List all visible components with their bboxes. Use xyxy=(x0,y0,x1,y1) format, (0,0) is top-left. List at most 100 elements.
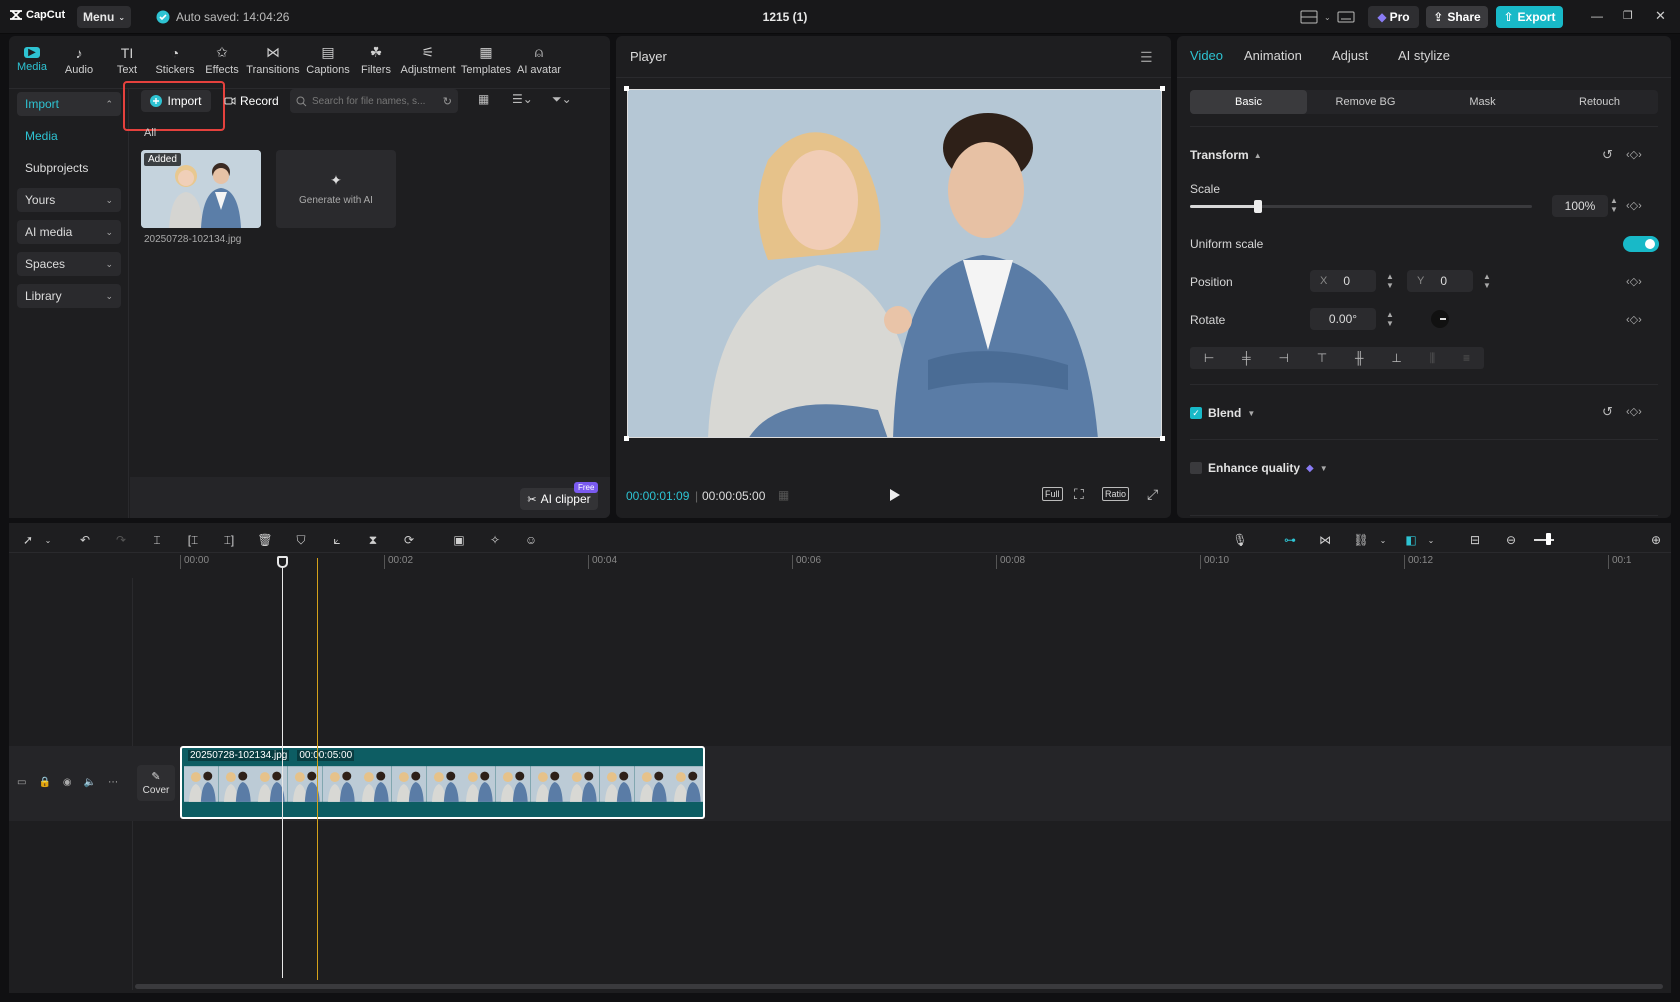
align-bottom-icon[interactable]: ⊥ xyxy=(1391,351,1401,365)
import-button[interactable]: Import xyxy=(141,90,211,112)
grid-view-icon[interactable]: ▦ xyxy=(478,92,489,106)
scale-input[interactable]: 100% xyxy=(1552,195,1608,217)
ratio-button[interactable]: Ratio xyxy=(1102,487,1130,501)
media-thumbnail[interactable]: Added xyxy=(141,150,261,228)
playhead[interactable] xyxy=(282,558,283,978)
align-left-icon[interactable]: ⊢ xyxy=(1204,351,1214,365)
zoom-out-icon[interactable]: ⊖ xyxy=(1500,529,1522,551)
microphone-icon[interactable]: 🎙 xyxy=(1229,529,1251,551)
align-right-icon[interactable]: ⊣ xyxy=(1279,351,1289,365)
close-icon[interactable]: ✕ xyxy=(1655,8,1669,23)
tab-ai-stylize[interactable]: AI stylize xyxy=(1398,48,1468,63)
minimize-icon[interactable]: — xyxy=(1590,9,1604,23)
record-button[interactable]: Record xyxy=(224,90,284,112)
sidebar-item-yours[interactable]: Yours ⌄ xyxy=(17,188,121,212)
tool-audio[interactable]: ♪ Audio xyxy=(54,38,104,82)
sort-icon[interactable]: ☰⌄ xyxy=(512,92,533,106)
subtab-mask[interactable]: Mask xyxy=(1424,90,1541,114)
redo-icon[interactable]: ↷ xyxy=(110,529,132,551)
video-clip[interactable]: 20250728-102134.jpg 00:00:05:00 xyxy=(180,746,705,819)
stepper-icon[interactable]: ▲ ▼ xyxy=(1386,272,1394,290)
tool-stickers[interactable]: ◔ Stickers xyxy=(150,38,200,82)
distribute-h-icon[interactable]: ⫼ xyxy=(1430,351,1436,366)
select-tool-icon[interactable]: ➚ xyxy=(17,529,39,551)
fullscreen-icon[interactable]: ⤢ xyxy=(1147,486,1158,503)
full-button[interactable]: Full xyxy=(1042,487,1063,501)
enhance-quality-header[interactable]: Enhance quality ◆ ▼ xyxy=(1190,461,1328,475)
blend-header[interactable]: ✓ Blend ▼ xyxy=(1190,406,1255,420)
hd-icon[interactable]: ▣ xyxy=(448,529,470,551)
align-top-icon[interactable]: ⊤ xyxy=(1317,351,1327,365)
distribute-v-icon[interactable]: ≡ xyxy=(1463,351,1470,365)
stepper-icon[interactable]: ▲ ▼ xyxy=(1483,272,1491,290)
play-button[interactable] xyxy=(889,488,901,502)
undo-icon[interactable]: ↶ xyxy=(74,529,96,551)
tool-transitions[interactable]: ⋈ Transitions xyxy=(244,38,302,82)
enhance-quality-checkbox[interactable] xyxy=(1190,462,1202,474)
subtab-remove-bg[interactable]: Remove BG xyxy=(1307,90,1424,114)
timeline-scrollbar[interactable] xyxy=(135,984,1663,989)
sidebar-item-spaces[interactable]: Spaces ⌄ xyxy=(17,252,121,276)
zoom-slider-knob[interactable] xyxy=(1546,533,1551,545)
filter-icon[interactable]: ⏷⌄ xyxy=(552,92,572,107)
zoom-in-icon[interactable]: ⊕ xyxy=(1645,529,1667,551)
position-y-input[interactable]: Y0 xyxy=(1407,270,1473,292)
keyframe-icon[interactable]: ‹◇› xyxy=(1626,313,1642,326)
rotate-dial[interactable] xyxy=(1431,310,1449,328)
sidebar-item-library[interactable]: Library ⌄ xyxy=(17,284,121,308)
restore-icon[interactable]: ❐ xyxy=(1623,9,1637,23)
align-center-h-icon[interactable]: ╪ xyxy=(1242,351,1251,365)
align-center-v-icon[interactable]: ╫ xyxy=(1355,351,1364,365)
menu-button[interactable]: Menu ⌄ xyxy=(77,6,131,28)
reset-icon[interactable]: ↺ xyxy=(1602,404,1613,420)
rotate-icon[interactable]: ⟳ xyxy=(398,529,420,551)
tab-adjust[interactable]: Adjust xyxy=(1332,48,1390,63)
timeline-ruler[interactable]: 00:00 00:02 00:04 00:06 00:08 00:10 00:12 00:1 xyxy=(180,555,1670,575)
eye-icon[interactable]: ◉ xyxy=(63,777,72,788)
refresh-icon[interactable]: ↻ xyxy=(443,95,452,108)
sidebar-item-subprojects[interactable]: Subprojects xyxy=(17,156,121,180)
layout-icon[interactable] xyxy=(1300,10,1318,24)
keyframe-icon[interactable]: ‹◇› xyxy=(1626,148,1642,161)
crop-icon[interactable]: ⟀ xyxy=(326,529,348,551)
tool-ai-avatar[interactable]: ⍝ AI avatar xyxy=(514,38,564,82)
magic-wand-icon[interactable]: ✧ xyxy=(484,529,506,551)
tab-video[interactable]: Video xyxy=(1190,48,1236,63)
zoom-fit-icon[interactable]: ⛶ xyxy=(1074,486,1084,503)
tool-effects[interactable]: ✩ Effects xyxy=(200,38,244,82)
split-icon[interactable]: ⌶ xyxy=(146,529,168,551)
tab-animation[interactable]: Animation xyxy=(1244,48,1324,63)
uniform-scale-toggle[interactable] xyxy=(1623,236,1659,252)
chevron-down-icon[interactable]: ⌄ xyxy=(1372,529,1394,551)
stepper-icon[interactable]: ▲ ▼ xyxy=(1386,310,1394,328)
zoom-slider[interactable] xyxy=(1534,539,1554,541)
tool-templates[interactable]: ▦ Templates xyxy=(458,38,514,82)
position-x-input[interactable]: X0 xyxy=(1310,270,1376,292)
keyframe-icon[interactable]: ‹◇› xyxy=(1626,275,1642,288)
playhead-handle[interactable] xyxy=(277,556,288,568)
delete-icon[interactable]: 🗑 xyxy=(254,529,276,551)
ai-person-icon[interactable]: ☺ xyxy=(520,529,542,551)
share-button[interactable]: ⇪ Share xyxy=(1426,6,1488,28)
sidebar-item-import[interactable]: Import ⌃ xyxy=(17,92,121,116)
keyframe-icon[interactable]: ‹◇› xyxy=(1626,405,1642,418)
stepper-icon[interactable]: ▲ ▼ xyxy=(1610,196,1618,214)
link-icon[interactable]: ⛓ xyxy=(1350,529,1372,551)
chevron-down-icon[interactable]: ⌄ xyxy=(37,529,59,551)
tool-adjustment[interactable]: ⚟ Adjustment xyxy=(398,38,458,82)
blend-checkbox[interactable]: ✓ xyxy=(1190,407,1202,419)
subtab-basic[interactable]: Basic xyxy=(1190,90,1307,114)
resize-handle[interactable] xyxy=(624,86,629,91)
search-input[interactable]: Search for file names, s... ↻ xyxy=(290,89,458,113)
split-right-icon[interactable]: ⌶] xyxy=(218,529,240,551)
rotate-input[interactable]: 0.00° xyxy=(1310,308,1376,330)
scale-slider[interactable] xyxy=(1190,200,1532,213)
marker-icon[interactable]: ⛉ xyxy=(290,529,312,551)
lock-icon[interactable]: 🔒 xyxy=(38,777,50,788)
keyboard-icon[interactable] xyxy=(1337,10,1355,24)
reset-icon[interactable]: ↺ xyxy=(1602,147,1613,163)
resize-handle[interactable] xyxy=(1160,86,1165,91)
transform-header[interactable]: Transform ▲ xyxy=(1190,148,1262,162)
timecode-grid-icon[interactable]: ▦ xyxy=(778,488,789,502)
video-preview[interactable] xyxy=(627,89,1162,438)
